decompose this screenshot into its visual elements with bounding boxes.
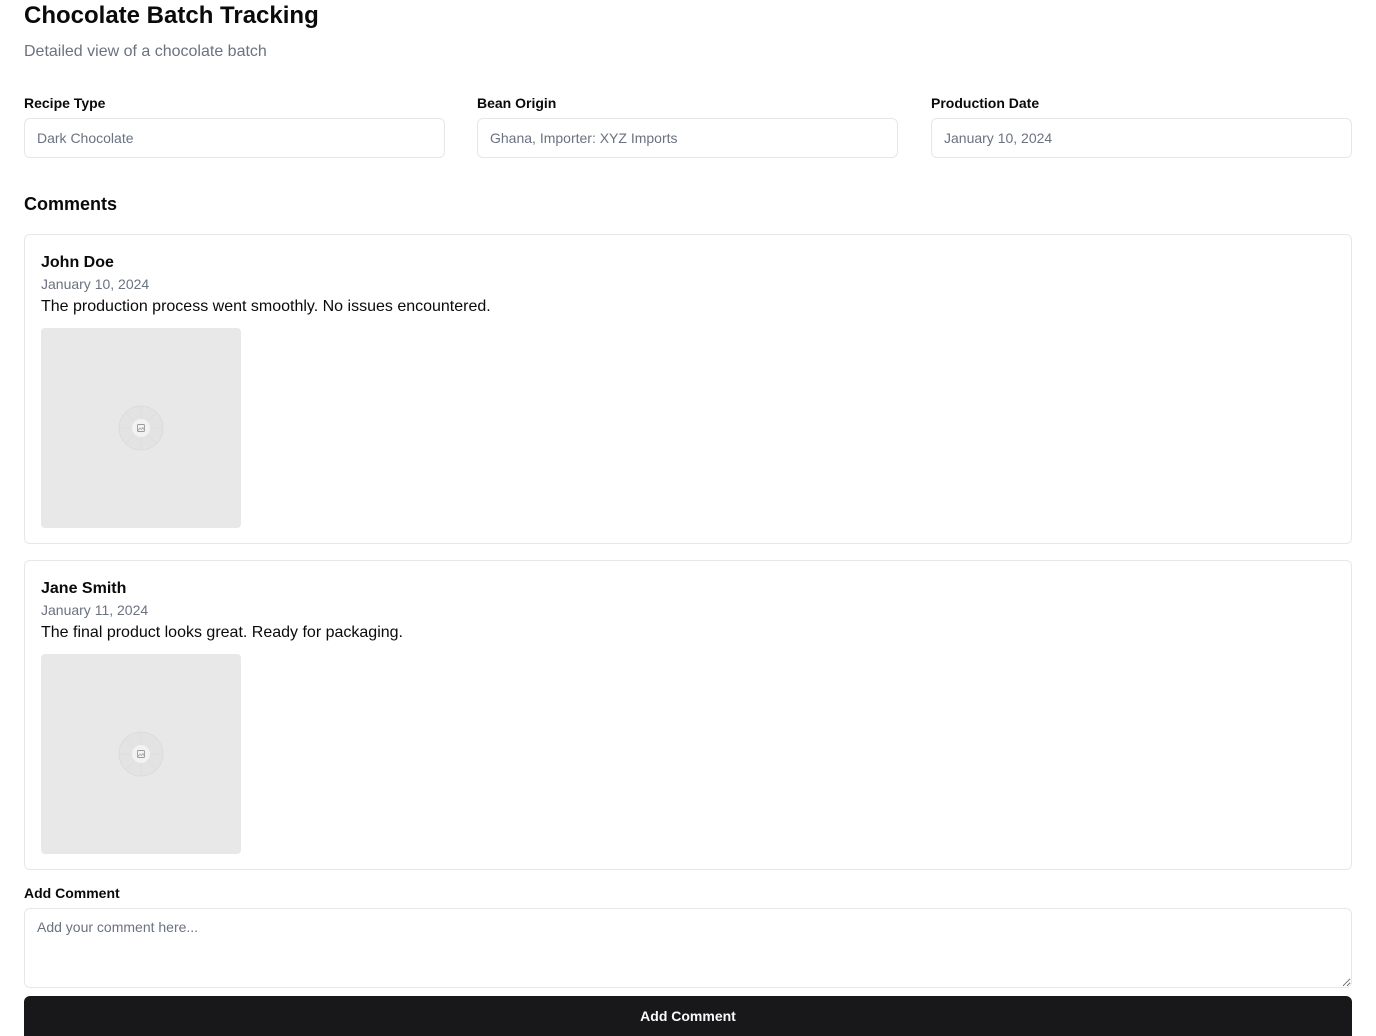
comment-card: Jane Smith January 11, 2024 The final pr… [24, 560, 1352, 870]
comment-image [41, 328, 241, 528]
production-date-input[interactable] [931, 118, 1352, 158]
comment-date: January 10, 2024 [41, 276, 150, 292]
image-placeholder-icon [118, 731, 164, 777]
comment-author: Jane Smith [41, 580, 127, 597]
comment-date: January 11, 2024 [41, 602, 149, 618]
add-comment-button[interactable]: Add Comment [24, 996, 1352, 1036]
comment-author: John Doe [41, 254, 114, 271]
comment-textarea[interactable] [24, 908, 1352, 988]
comment-image [41, 654, 241, 854]
batch-detail-page: Chocolate Batch Tracking Detailed view o… [0, 0, 1376, 1036]
comment-text: The final product looks great. Ready for… [41, 624, 403, 641]
page-title: Chocolate Batch Tracking [24, 2, 319, 29]
bean-origin-input[interactable] [477, 118, 898, 158]
comment-text: The production process went smoothly. No… [41, 298, 491, 315]
bean-origin-field: Bean Origin [477, 94, 898, 158]
recipe-type-label: Recipe Type [24, 95, 106, 111]
recipe-type-field: Recipe Type [24, 94, 445, 158]
recipe-type-input[interactable] [24, 118, 445, 158]
page-subtitle: Detailed view of a chocolate batch [24, 43, 267, 60]
image-placeholder-icon [118, 405, 164, 451]
production-date-label: Production Date [931, 95, 1040, 111]
comment-card: John Doe January 10, 2024 The production… [24, 234, 1352, 544]
production-date-field: Production Date [931, 94, 1352, 158]
comments-heading: Comments [24, 194, 118, 214]
add-comment-label: Add Comment [24, 885, 120, 901]
bean-origin-label: Bean Origin [477, 95, 557, 111]
